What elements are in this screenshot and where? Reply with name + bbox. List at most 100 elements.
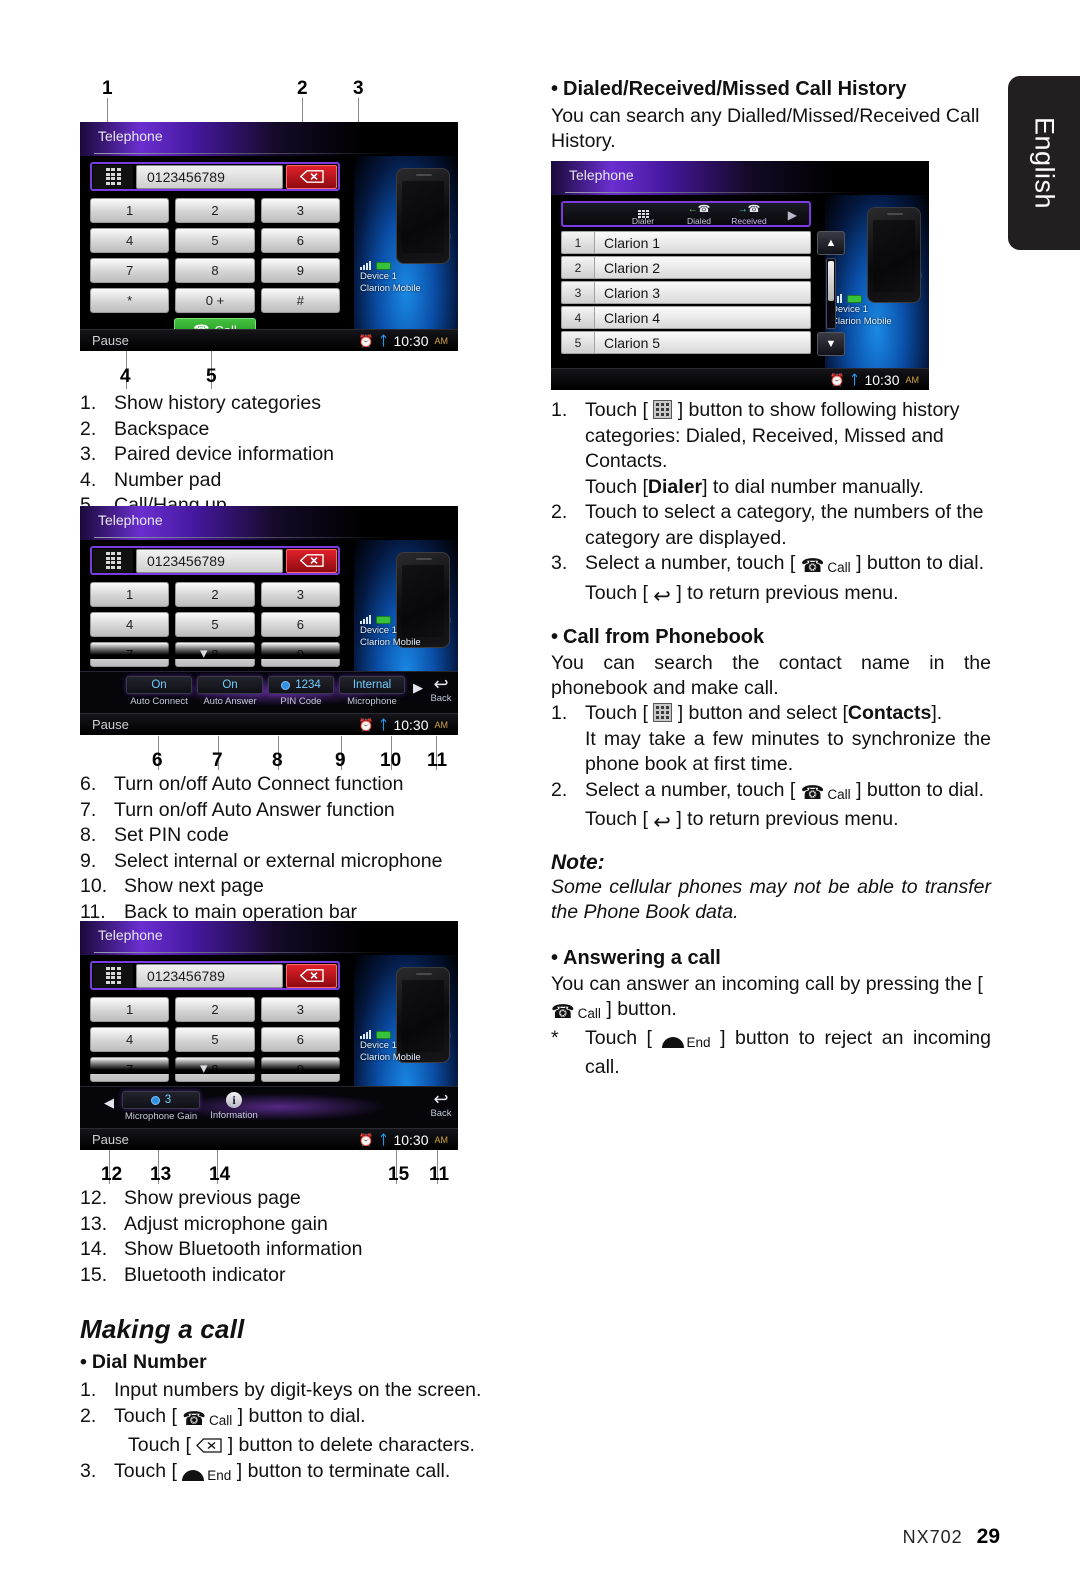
key-6[interactable]: 6 <box>260 1027 340 1052</box>
phonebook-steps: 1. Touch [ ] button and select [Contacts… <box>551 701 991 833</box>
key-hash[interactable]: # <box>260 288 340 313</box>
keypad-icon[interactable] <box>93 548 133 573</box>
number-input[interactable]: 0123456789 <box>136 164 283 189</box>
signal-bars-icon <box>360 615 371 624</box>
key-4[interactable]: 4 <box>90 612 170 637</box>
key-7[interactable]: 7 <box>90 258 170 283</box>
key-1[interactable]: 1 <box>90 198 170 223</box>
tab-dialed[interactable]: ←☎ Dialed <box>671 204 727 226</box>
list-text: Bluetooth indicator <box>124 1263 286 1286</box>
information-button[interactable]: i Information <box>203 1091 265 1121</box>
key-5[interactable]: 5 <box>175 1027 255 1052</box>
key-9[interactable]: 9 <box>260 258 340 283</box>
screenshot-settings-page-1: Telephone 1 Device 1 Clarion Mobile <box>80 506 458 735</box>
key-5[interactable]: 5 <box>175 612 255 637</box>
keypad-icon[interactable] <box>93 963 133 988</box>
number-entry-row: 0123456789 <box>90 961 340 990</box>
substep-text-after: ] to return previous menu. <box>676 581 899 604</box>
pin-code-button[interactable]: 1234 PIN Code <box>268 676 334 707</box>
key-4[interactable]: 4 <box>90 1027 170 1052</box>
microphone-button[interactable]: Internal Microphone <box>339 676 405 707</box>
pin-code-value: 1234 <box>295 679 321 691</box>
language-tab: English <box>1008 76 1080 250</box>
scroll-up-button[interactable]: ▲ <box>817 231 845 255</box>
microphone-gain-button[interactable]: 3 Microphone Gain <box>122 1091 200 1122</box>
list-text: Touch [ ] button and select [Contacts]. <box>585 702 942 724</box>
auto-answer-button[interactable]: On Auto Answer <box>197 676 263 707</box>
next-tab-icon[interactable]: ▶ <box>788 209 797 221</box>
scroll-down-button[interactable]: ▼ <box>817 332 845 356</box>
list-item: 12. Show previous page <box>80 1186 510 1212</box>
microphone-gain-value-row: 3 <box>122 1091 200 1109</box>
device-info: Device 1 Clarion Mobile <box>360 261 421 295</box>
scroll-track[interactable] <box>826 258 836 329</box>
clock: 10:30 <box>393 716 429 733</box>
key-star[interactable]: * <box>90 288 170 313</box>
key-2[interactable]: 2 <box>175 582 255 607</box>
table-row[interactable]: 5 Clarion 5 <box>561 331 811 354</box>
key-6[interactable]: 6 <box>260 228 340 253</box>
back-button[interactable]: ↩ Back <box>428 1090 454 1119</box>
dial-number-heading: • Dial Number <box>80 1351 510 1374</box>
history-category-tabs: Dialer ←☎ Dialed →☎ Received ▶ <box>561 201 811 227</box>
number-pad-row: 4 5 6 <box>90 1027 340 1052</box>
bullet-dot: • <box>80 1351 87 1373</box>
key-6[interactable]: 6 <box>260 612 340 637</box>
scroll-thumb[interactable] <box>828 261 834 301</box>
back-button[interactable]: ↩ Back <box>428 675 454 704</box>
status-bar: Pause ⏰ ᛏ 10:30 AM <box>80 329 458 351</box>
list-text: Turn on/off Auto Answer function <box>114 798 395 821</box>
key-4[interactable]: 4 <box>90 228 170 253</box>
keypad-icon[interactable] <box>93 164 133 189</box>
table-row[interactable]: 3 Clarion 3 <box>561 281 811 304</box>
table-row[interactable]: 1 Clarion 1 <box>561 231 811 254</box>
backspace-glyph <box>196 1438 222 1453</box>
key-2[interactable]: 2 <box>175 198 255 223</box>
list-text: Touch to select a category, the numbers … <box>585 501 984 549</box>
key-1[interactable]: 1 <box>90 997 170 1022</box>
list-item: 10. Show next page <box>80 874 510 900</box>
call-glyph-label: Call <box>577 1005 601 1021</box>
battery-icon <box>376 1030 391 1039</box>
number-input[interactable]: 0123456789 <box>136 963 283 988</box>
next-page-icon[interactable]: ▶ <box>413 681 423 694</box>
backspace-button[interactable] <box>286 963 337 988</box>
backspace-button[interactable] <box>286 548 337 573</box>
list-item: 1. Input numbers by digit-keys on the sc… <box>80 1378 510 1404</box>
key-3[interactable]: 3 <box>260 997 340 1022</box>
key-0[interactable]: 0 + <box>175 288 255 313</box>
step-text-after: ] button to dial. <box>237 1404 366 1427</box>
key-2[interactable]: 2 <box>175 997 255 1022</box>
alarm-icon: ⏰ <box>358 333 374 348</box>
status-left-text: Pause <box>92 1132 129 1147</box>
note-block: Note: Some cellular phones may not be ab… <box>551 851 991 925</box>
previous-page-icon[interactable]: ◀ <box>104 1096 114 1109</box>
list-item: 3. Select a number, touch [ ☎ Call ] butt… <box>551 551 991 607</box>
table-row[interactable]: 4 Clarion 4 <box>561 306 811 329</box>
number-input[interactable]: 0123456789 <box>136 548 283 573</box>
list-subtext: Touch [ ] button to delete characters. <box>128 1433 510 1459</box>
note-body: Some cellular phones may not be able to … <box>551 875 991 923</box>
status-bar: Pause ⏰ ᛏ 10:30 AM <box>80 713 458 735</box>
scrollbar[interactable]: ▲ ▼ <box>817 231 845 356</box>
key-3[interactable]: 3 <box>260 582 340 607</box>
device-signal-row <box>360 615 421 624</box>
auto-connect-button[interactable]: On Auto Connect <box>126 676 192 707</box>
tab-dialer[interactable]: Dialer <box>615 204 671 226</box>
list-text: Select a number, touch [ ☎ Call ] button … <box>585 779 984 803</box>
key-8[interactable]: 8 <box>175 258 255 283</box>
tab-received-label: Received <box>731 216 767 226</box>
chevron-down-icon[interactable]: ▾ <box>200 646 208 661</box>
table-row[interactable]: 2 Clarion 2 <box>561 256 811 279</box>
backspace-button[interactable] <box>286 164 337 189</box>
key-5[interactable]: 5 <box>175 228 255 253</box>
chevron-down-icon[interactable]: ▾ <box>200 1061 208 1076</box>
key-1[interactable]: 1 <box>90 582 170 607</box>
keypad-glyph <box>653 400 673 419</box>
tab-received[interactable]: →☎ Received <box>721 204 777 226</box>
key-3[interactable]: 3 <box>260 198 340 223</box>
step-text-before: Touch [ <box>585 399 648 421</box>
list-number: 1. <box>80 392 97 414</box>
battery-icon <box>376 615 391 624</box>
bluetooth-icon: ᛏ <box>379 717 388 732</box>
